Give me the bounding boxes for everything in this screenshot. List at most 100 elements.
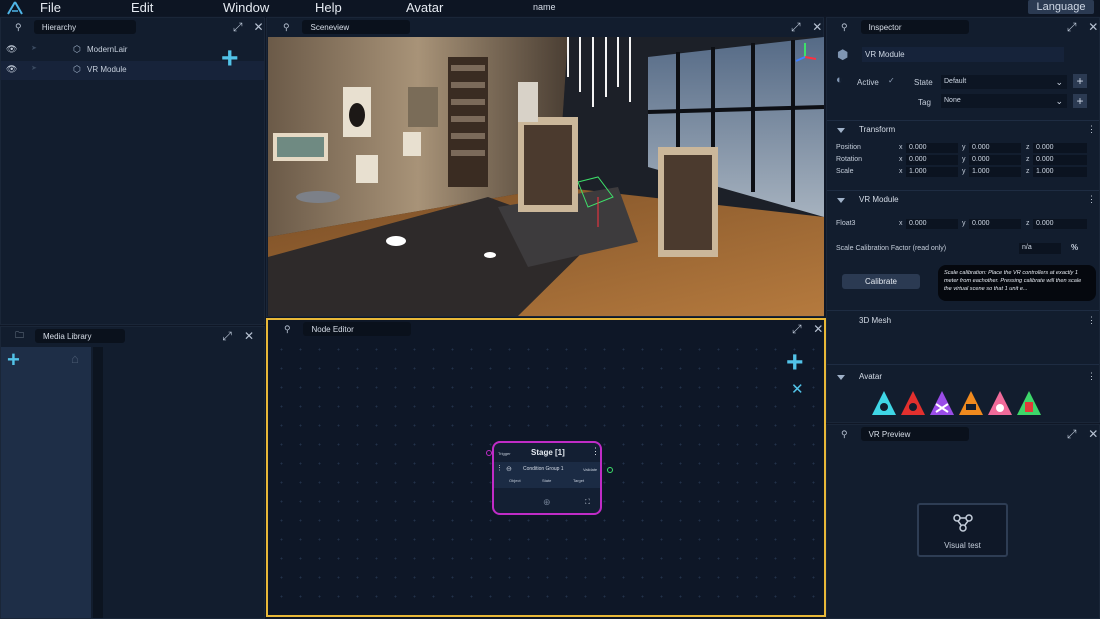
node-editor-panel: ⚲ Node Editor ⤢ ✕ + ✕ Trigger Stage [1] … — [266, 318, 826, 617]
close-icon[interactable]: ✕ — [243, 329, 255, 343]
maximize-icon[interactable]: ⤢ — [790, 20, 801, 34]
object-name-field[interactable]: VR Module — [862, 47, 1064, 62]
cursor-icon[interactable]: ➤ — [31, 44, 37, 52]
active-checkbox[interactable]: ✓ — [888, 76, 895, 85]
more-icon[interactable]: ⋮ — [1087, 315, 1096, 326]
add-folder-button[interactable]: + — [7, 347, 20, 373]
expand-icon[interactable]: ⛶ — [585, 499, 590, 507]
position-x[interactable]: 0.000 — [906, 143, 958, 153]
stage-node[interactable]: Trigger Stage [1] ⋮ ⋮ ⊖ Condition Group … — [486, 441, 613, 515]
state-label: State — [914, 78, 933, 87]
more-icon[interactable]: ⋮ — [1087, 194, 1096, 205]
collapse-vrmodule-icon[interactable] — [837, 198, 845, 203]
scale-x[interactable]: 1.000 — [906, 167, 958, 177]
active-label: Active — [857, 78, 879, 87]
node-editor-title: Node Editor — [303, 322, 412, 336]
position-z[interactable]: 0.000 — [1033, 143, 1087, 153]
rotation-z[interactable]: 0.000 — [1033, 155, 1087, 165]
rotation-x[interactable]: 0.000 — [906, 155, 958, 165]
collapse-icon[interactable]: ⊖ — [506, 465, 512, 473]
menu-avatar[interactable]: Avatar — [406, 0, 443, 16]
condition-group[interactable]: ⋮ ⊖ Condition Group 1 Validate Object St… — [494, 462, 600, 488]
add-node-button[interactable]: + — [786, 348, 804, 378]
hierarchy-title: Hierarchy — [33, 20, 137, 34]
avatar-icon[interactable] — [1017, 391, 1041, 415]
menu-help[interactable]: Help — [315, 0, 342, 16]
menu-window[interactable]: Window — [223, 0, 269, 16]
maximize-icon[interactable]: ⤢ — [791, 322, 802, 336]
language-button[interactable]: Language — [1028, 0, 1094, 14]
validate-label: Validate — [583, 467, 598, 472]
eye-icon[interactable]: 👁 — [6, 64, 17, 75]
cursor-icon[interactable]: ➤ — [31, 64, 37, 72]
scale-z[interactable]: 1.000 — [1033, 167, 1087, 177]
state-select[interactable]: Default ⌄ — [941, 75, 1067, 89]
column-object: Object — [509, 478, 521, 483]
avatar-icon[interactable] — [959, 391, 983, 415]
avatar-icon[interactable] — [872, 391, 896, 415]
add-tag-button[interactable]: + — [1073, 94, 1087, 108]
add-state-button[interactable]: + — [1073, 74, 1087, 88]
eye-icon[interactable]: 👁 — [6, 44, 17, 55]
maximize-icon[interactable]: ⤢ — [221, 329, 233, 343]
add-object-button[interactable]: + — [221, 44, 239, 74]
remove-node-button[interactable]: ✕ — [791, 380, 804, 398]
cube-icon: ⬢ — [837, 47, 849, 62]
sceneview-icon: ⚲ — [283, 21, 290, 32]
scene-viewport[interactable] — [268, 37, 824, 316]
maximize-icon[interactable]: ⤢ — [232, 20, 243, 34]
float3-z[interactable]: 0.000 — [1033, 219, 1087, 229]
maximize-icon[interactable]: ⤢ — [1066, 20, 1078, 34]
media-sidebar: + ⌂ — [1, 347, 91, 618]
avatar-icon[interactable] — [901, 391, 925, 415]
node-menu-icon[interactable]: ⋮ — [591, 446, 600, 457]
transform-rows: Position x 0.000 y 0.000 z 0.000 Rotation x… — [827, 143, 1099, 182]
node-title: Stage [1] — [531, 448, 565, 457]
tag-select[interactable]: None ⌄ — [941, 94, 1067, 108]
visual-test-card[interactable]: Visual test — [917, 503, 1008, 557]
active-icon: ◐ — [836, 74, 843, 86]
item-label: VR Module — [87, 65, 127, 74]
scale-calibration-label: Scale Calibration Factor (read only) — [836, 245, 947, 252]
user-name: name — [533, 2, 556, 12]
inspector-icon: ⚲ — [841, 21, 848, 32]
avatar-icon[interactable] — [988, 391, 1012, 415]
avatar-icons[interactable] — [871, 390, 1045, 416]
more-icon[interactable]: ⋮ — [1087, 124, 1096, 135]
scale-calibration-value: n/a — [1019, 243, 1061, 254]
input-port[interactable] — [486, 450, 492, 456]
collapse-transform-icon[interactable] — [837, 128, 845, 133]
menu-edit[interactable]: Edit — [131, 0, 153, 16]
add-condition-icon[interactable]: ⊕ — [543, 497, 551, 508]
scale-label: Scale — [836, 168, 854, 175]
float3-x[interactable]: 0.000 — [906, 219, 958, 229]
column-state: State — [542, 478, 552, 483]
node-editor-icon: ⚲ — [284, 323, 291, 334]
transform-title: Transform — [859, 125, 896, 134]
sceneview-title: Sceneview — [302, 20, 411, 34]
close-icon[interactable]: ✕ — [813, 322, 824, 336]
chevron-down-icon: ⌄ — [1055, 96, 1063, 106]
menu-file[interactable]: File — [40, 0, 61, 16]
float3-y[interactable]: 0.000 — [969, 219, 1021, 229]
hierarchy-icon: ⚲ — [15, 21, 22, 32]
avatar-icon[interactable] — [930, 391, 954, 415]
maximize-icon[interactable]: ⤢ — [1066, 427, 1078, 441]
position-y[interactable]: 0.000 — [969, 143, 1021, 153]
drag-handle-icon[interactable]: ⋮ — [496, 464, 503, 472]
more-icon[interactable]: ⋮ — [1087, 371, 1096, 382]
rotation-label: Rotation — [836, 156, 863, 163]
collapse-avatar-icon[interactable] — [837, 375, 845, 380]
home-icon[interactable]: ⌂ — [71, 351, 79, 366]
close-icon[interactable]: ✕ — [812, 20, 823, 34]
close-icon[interactable]: ✕ — [1087, 427, 1099, 441]
scale-y[interactable]: 1.000 — [969, 167, 1021, 177]
close-icon[interactable]: ✕ — [253, 20, 264, 34]
output-port[interactable] — [607, 467, 613, 473]
cube-icon: ⬡ — [73, 44, 81, 54]
tag-label: Tag — [918, 98, 931, 107]
rotation-y[interactable]: 0.000 — [969, 155, 1021, 165]
media-divider[interactable] — [93, 347, 103, 618]
calibrate-button[interactable]: Calibrate — [842, 274, 920, 289]
close-icon[interactable]: ✕ — [1087, 20, 1099, 34]
